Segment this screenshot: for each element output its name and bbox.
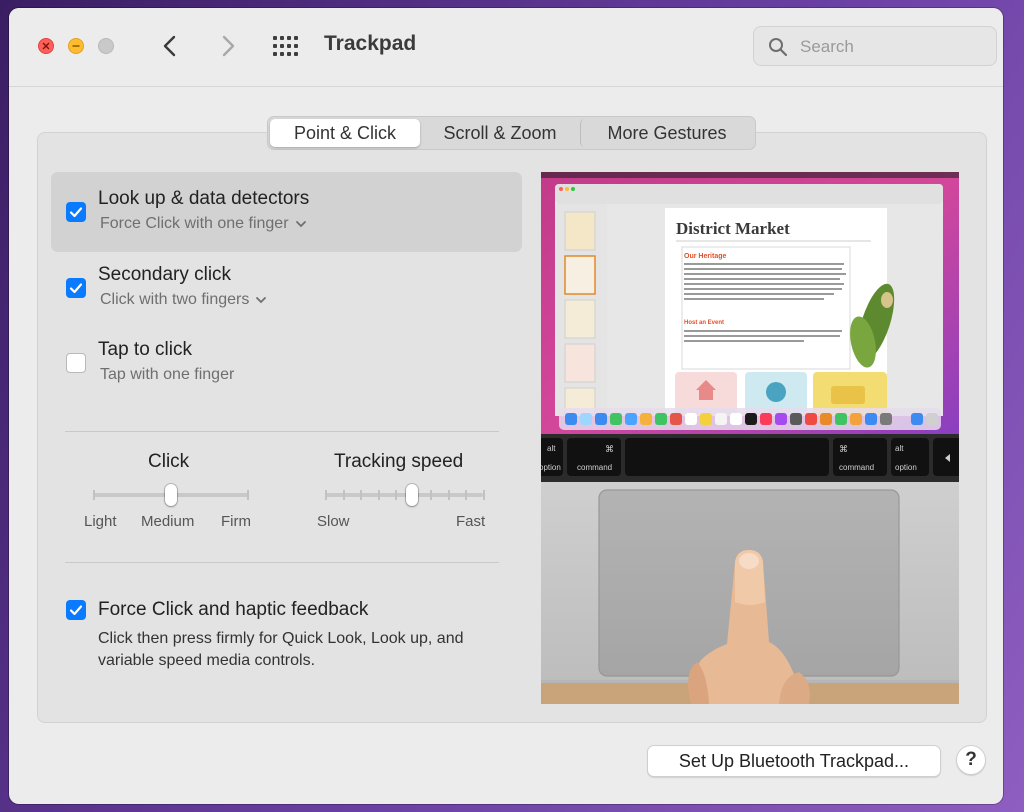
command-key-icon: ⌘	[605, 445, 614, 455]
close-icon	[42, 42, 50, 50]
selected-row-highlight	[51, 172, 522, 252]
tap-to-click-checkbox[interactable]	[66, 353, 86, 373]
tracking-slider-tick	[483, 490, 485, 500]
checkmark-icon	[69, 283, 83, 294]
tracking-label-slow: Slow	[317, 513, 350, 530]
tracking-slider-tick	[430, 490, 432, 500]
help-button[interactable]: ?	[956, 745, 986, 775]
tab-bar: Point & Click Scroll & Zoom More Gesture…	[267, 116, 756, 150]
divider	[65, 431, 499, 432]
secondary-click-subtitle: Click with two fingers	[100, 291, 250, 308]
trackpad-illustration: District Market Our Heritage Host an Eve…	[541, 172, 959, 704]
search-icon	[769, 38, 788, 57]
show-all-button[interactable]	[271, 34, 301, 58]
tracking-slider-tick	[360, 490, 362, 500]
tracking-speed-title: Tracking speed	[334, 451, 464, 472]
look-up-title: Look up & data detectors	[98, 188, 310, 209]
look-up-subtitle-menu[interactable]: Force Click with one finger	[100, 215, 307, 233]
secondary-click-title: Secondary click	[98, 264, 232, 285]
tab-scroll-and-zoom[interactable]: Scroll & Zoom	[420, 119, 580, 147]
key-alt-right: alt	[895, 444, 904, 453]
chevron-right-icon	[222, 35, 235, 57]
divider	[65, 562, 499, 563]
click-slider-tick	[93, 490, 95, 500]
title-bar: Trackpad	[9, 8, 1003, 87]
window-title: Trackpad	[324, 32, 417, 55]
click-slider-title: Click	[148, 451, 190, 472]
tracking-slider-tick	[343, 490, 345, 500]
tracking-slider-tick	[395, 490, 397, 500]
tab-more-gestures[interactable]: More Gestures	[580, 119, 753, 147]
gesture-preview: District Market Our Heritage Host an Eve…	[541, 172, 959, 704]
preview-section-heritage: Our Heritage	[684, 253, 727, 260]
minimize-button[interactable]	[68, 38, 84, 54]
minimize-icon	[72, 45, 80, 47]
tracking-slider-tick	[465, 490, 467, 500]
tracking-slider-tick	[448, 490, 450, 500]
tracking-slider-track[interactable]	[325, 493, 483, 497]
look-up-checkbox[interactable]	[66, 202, 86, 222]
search-input[interactable]	[798, 35, 982, 59]
click-slider-thumb[interactable]	[165, 484, 177, 506]
tracking-slider-thumb[interactable]	[406, 484, 418, 506]
zoom-button[interactable]	[98, 38, 114, 54]
preferences-window: Trackpad Point & Click Scroll & Zoom Mor…	[9, 8, 1003, 804]
key-command-left: command	[577, 463, 612, 472]
chevron-down-icon	[295, 220, 306, 228]
preview-doc-title: District Market	[676, 219, 790, 238]
key-option-left: option	[541, 463, 561, 472]
secondary-click-subtitle-menu[interactable]: Click with two fingers	[100, 291, 267, 309]
close-button[interactable]	[38, 38, 54, 54]
key-option-right: option	[895, 463, 917, 472]
key-command-right: command	[839, 463, 874, 472]
force-click-title: Force Click and haptic feedback	[98, 599, 369, 620]
key-alt-left: alt	[547, 444, 556, 453]
back-button[interactable]	[157, 32, 183, 60]
tap-to-click-title: Tap to click	[98, 339, 192, 360]
chevron-left-icon	[163, 35, 176, 57]
command-key-icon: ⌘	[839, 445, 848, 455]
force-click-checkbox[interactable]	[66, 600, 86, 620]
checkmark-icon	[69, 207, 83, 218]
preview-section-event: Host an Event	[684, 320, 724, 326]
search-field[interactable]	[753, 26, 997, 66]
tracking-label-fast: Fast	[456, 513, 486, 530]
set-up-bluetooth-trackpad-button[interactable]: Set Up Bluetooth Trackpad...	[647, 745, 941, 777]
secondary-click-checkbox[interactable]	[66, 278, 86, 298]
tab-point-and-click[interactable]: Point & Click	[270, 119, 420, 147]
click-label-firm: Firm	[221, 513, 251, 530]
checkmark-icon	[69, 605, 83, 616]
forward-button[interactable]	[215, 32, 241, 60]
chevron-down-icon	[256, 296, 267, 304]
click-label-medium: Medium	[141, 513, 195, 530]
tap-to-click-subtitle: Tap with one finger	[100, 366, 235, 383]
tracking-slider-tick	[378, 490, 380, 500]
click-slider-tick	[247, 490, 249, 500]
look-up-subtitle: Force Click with one finger	[100, 215, 289, 232]
grid-icon	[273, 36, 298, 56]
tracking-slider-tick	[325, 490, 327, 500]
click-label-light: Light	[84, 513, 117, 530]
force-click-description: Click then press firmly for Quick Look, …	[98, 630, 464, 669]
